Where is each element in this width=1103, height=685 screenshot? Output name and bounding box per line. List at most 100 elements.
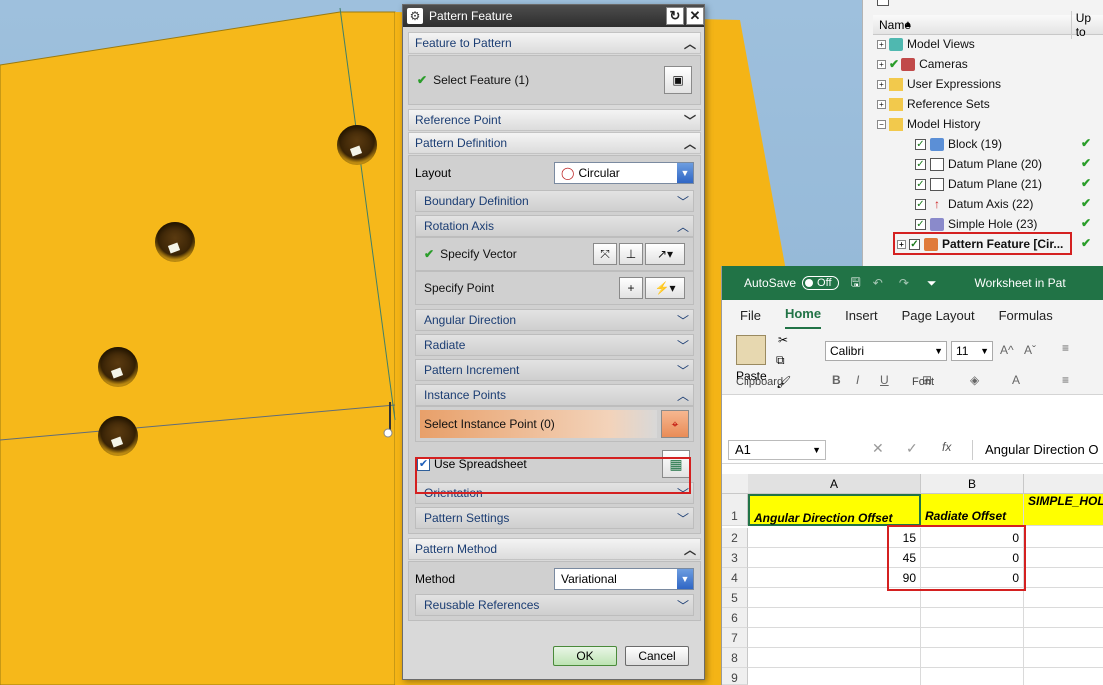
cell-c[interactable] xyxy=(1024,628,1103,648)
cancel-button[interactable]: Cancel xyxy=(625,646,689,666)
visibility-checkbox[interactable]: ✓ xyxy=(915,178,926,190)
col-header-a[interactable]: A xyxy=(748,474,921,493)
cell-b[interactable] xyxy=(921,608,1024,628)
cell-c[interactable] xyxy=(1024,548,1103,568)
layout-select[interactable]: ◯ Circular ▼ xyxy=(554,162,694,184)
reset-icon[interactable]: ↻ xyxy=(666,7,684,25)
row-header[interactable]: 6 xyxy=(722,608,748,628)
cell-a[interactable]: 45 xyxy=(748,548,921,568)
point-type-icon[interactable]: ⚡▾ xyxy=(645,277,685,299)
section-reusable-references[interactable]: Reusable References ﹀ xyxy=(415,594,694,616)
vector-dialog-icon[interactable]: ⊥ xyxy=(619,243,643,265)
cell-c1[interactable]: SIMPLE_HOL xyxy=(1024,494,1103,526)
section-reference-point[interactable]: Reference Point ﹀ xyxy=(408,109,701,131)
row-header[interactable]: 4 xyxy=(722,568,748,588)
col-upto[interactable]: Up to xyxy=(1070,10,1103,39)
paste-icon[interactable] xyxy=(736,335,766,365)
row-header[interactable]: 1 xyxy=(722,494,748,526)
select-instance-point[interactable]: Select Instance Point (0) xyxy=(420,410,657,438)
cell-c[interactable] xyxy=(1024,648,1103,668)
close-icon[interactable]: ✕ xyxy=(686,7,704,25)
cell-b[interactable] xyxy=(921,648,1024,668)
section-pattern-settings[interactable]: Pattern Settings ﹀ xyxy=(415,507,694,529)
ok-button[interactable]: OK xyxy=(553,646,617,666)
save-icon[interactable]: 🖫 xyxy=(851,273,861,294)
visibility-checkbox[interactable]: ✓ xyxy=(915,218,926,230)
nav-item-datum-axis[interactable]: ✓ ↑ Datum Axis (22) xyxy=(915,194,1033,214)
cell-a[interactable] xyxy=(748,628,921,648)
section-orientation[interactable]: Orientation ﹀ xyxy=(415,482,694,504)
visibility-checkbox[interactable]: ✓ xyxy=(915,158,926,170)
undo-icon[interactable]: ↶ xyxy=(873,276,883,290)
row-header[interactable]: 7 xyxy=(722,628,748,648)
nav-item-reference-sets[interactable]: + Reference Sets xyxy=(877,94,990,114)
section-pattern-definition[interactable]: Pattern Definition ︿ xyxy=(408,132,701,154)
section-instance-points[interactable]: Instance Points ︿ xyxy=(415,384,694,406)
col-name[interactable]: Name xyxy=(873,18,911,32)
cell-a[interactable]: 15 xyxy=(748,528,921,548)
cell-b[interactable]: 0 xyxy=(921,528,1024,548)
section-boundary-definition[interactable]: Boundary Definition ﹀ xyxy=(415,190,694,212)
grow-font-icon[interactable]: A^ xyxy=(1000,343,1014,357)
cell-a1[interactable]: Angular Direction Offset xyxy=(748,494,921,526)
tab-page-layout[interactable]: Page Layout xyxy=(902,308,975,329)
align-left-icon[interactable]: ≡ xyxy=(1062,373,1069,387)
select-feature-row[interactable]: ✔ Select Feature (1) ▣ xyxy=(408,55,701,105)
cell-b[interactable]: 0 xyxy=(921,548,1024,568)
italic-icon[interactable]: I xyxy=(856,373,859,387)
tab-file[interactable]: File xyxy=(740,308,761,329)
select-feature-icon[interactable]: ▣ xyxy=(664,66,692,94)
redo-icon[interactable]: ↷ xyxy=(899,276,909,290)
copy-icon[interactable]: ⧉ xyxy=(776,353,785,368)
underline-icon[interactable]: U xyxy=(880,373,889,387)
font-size-select[interactable]: 11 ▼ xyxy=(951,341,993,361)
customize-icon[interactable]: ⏷ xyxy=(927,276,937,291)
formula-input[interactable]: Angular Direction O xyxy=(972,440,1103,460)
nav-item-datum-plane-21[interactable]: ✓ Datum Plane (21) xyxy=(915,174,1042,194)
col-header-b[interactable]: B xyxy=(921,474,1024,493)
spreadsheet-icon[interactable]: ▦ xyxy=(662,450,690,478)
cell-a[interactable] xyxy=(748,588,921,608)
tab-formulas[interactable]: Formulas xyxy=(999,308,1053,329)
tab-home[interactable]: Home xyxy=(784,306,822,329)
function-icon[interactable]: fx xyxy=(942,440,951,454)
cut-icon[interactable]: ✂ xyxy=(778,333,788,347)
col-header-c[interactable] xyxy=(1024,474,1103,493)
align-top-icon[interactable]: ≡ xyxy=(1062,341,1069,355)
cell-a[interactable]: 90 xyxy=(748,568,921,588)
select-all[interactable] xyxy=(722,474,748,493)
cell-c[interactable] xyxy=(1024,528,1103,548)
autosave-toggle[interactable]: Off xyxy=(802,276,839,290)
point-dialog-icon[interactable]: + xyxy=(619,277,643,299)
expand-icon[interactable]: + xyxy=(877,79,886,89)
collapse-icon[interactable]: − xyxy=(877,119,886,129)
font-name-select[interactable]: Calibri ▼ xyxy=(825,341,947,361)
nav-item-model-views[interactable]: + Model Views xyxy=(877,34,975,54)
row-header[interactable]: 5 xyxy=(722,588,748,608)
nav-item-block[interactable]: ✓ Block (19) xyxy=(915,134,1002,154)
cell-a[interactable] xyxy=(748,608,921,628)
reverse-direction-icon[interactable]: ⤧ xyxy=(593,243,617,265)
use-spreadsheet-checkbox[interactable]: ✔ xyxy=(417,457,430,471)
nav-item-user-expressions[interactable]: + User Expressions xyxy=(877,74,1001,94)
nav-item-datum-plane-20[interactable]: ✓ Datum Plane (20) xyxy=(915,154,1042,174)
crosshair-icon[interactable]: ⌖ xyxy=(661,410,689,438)
row-header[interactable]: 2 xyxy=(722,528,748,548)
row-header[interactable]: 3 xyxy=(722,548,748,568)
expand-icon[interactable]: + xyxy=(877,39,886,49)
visibility-checkbox[interactable]: ✓ xyxy=(909,238,920,250)
shrink-font-icon[interactable]: Aˇ xyxy=(1024,343,1036,357)
name-box[interactable]: A1 ▼ xyxy=(728,440,826,460)
section-pattern-increment[interactable]: Pattern Increment ﹀ xyxy=(415,359,694,381)
gear-icon[interactable]: ⚙ xyxy=(407,8,423,24)
cell-c[interactable] xyxy=(1024,608,1103,628)
cell-b[interactable]: 0 xyxy=(921,568,1024,588)
row-header[interactable]: 9 xyxy=(722,668,748,685)
section-rotation-axis[interactable]: Rotation Axis ︿ xyxy=(415,215,694,237)
bold-icon[interactable]: B xyxy=(832,373,841,387)
section-radiate[interactable]: Radiate ﹀ xyxy=(415,334,694,356)
cell-a[interactable] xyxy=(748,648,921,668)
cancel-entry-icon[interactable]: ✕ xyxy=(872,440,884,457)
expand-icon[interactable]: + xyxy=(877,99,886,109)
confirm-entry-icon[interactable]: ✓ xyxy=(906,440,918,457)
